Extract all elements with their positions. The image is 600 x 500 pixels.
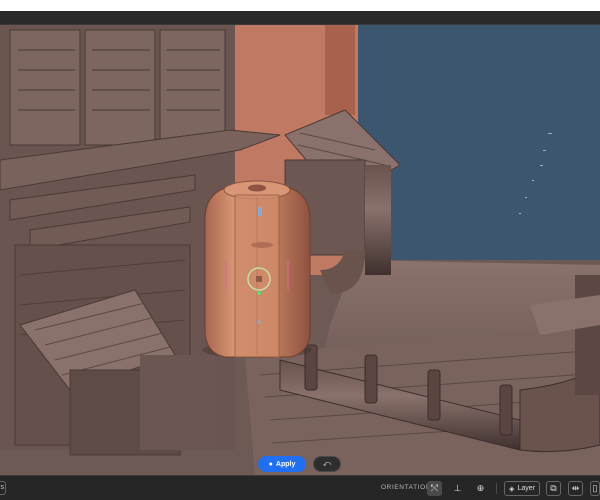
scene-render: [0, 25, 600, 475]
panel-button[interactable]: ▯: [590, 481, 600, 496]
brush-icon: ●: [268, 460, 273, 468]
divider: [496, 483, 497, 494]
orientation-axis-icon: ⊥: [453, 483, 462, 493]
app-window: ● Apply ⤺ s ORIENTATION ⤲ ⊥ ⊕ ◈ Layer ⧉ …: [0, 0, 600, 500]
orientation-normal-button[interactable]: ⤲: [427, 481, 442, 496]
layers-icon: ◈: [509, 485, 515, 493]
layer-button[interactable]: ◈ Layer: [504, 481, 540, 496]
mirror-icon: ⇹: [571, 483, 580, 493]
3d-viewport[interactable]: [0, 25, 600, 475]
bottom-toolbar: s ORIENTATION ⤲ ⊥ ⊕ ◈ Layer ⧉ ⇹ ▯: [0, 475, 600, 500]
window-top-strip: [0, 0, 600, 11]
orientation-label: ORIENTATION: [381, 484, 432, 491]
orientation-world-button[interactable]: ⊕: [473, 481, 488, 496]
undo-button[interactable]: ⤺: [313, 456, 341, 472]
canister-mesh: [202, 180, 312, 358]
mirror-button[interactable]: ⇹: [568, 481, 583, 496]
undo-icon: ⤺: [322, 459, 332, 468]
top-toolbar: [0, 11, 600, 25]
apply-label: Apply: [275, 460, 296, 468]
duplicate-button[interactable]: ⧉: [546, 481, 561, 496]
apply-button[interactable]: ● Apply: [258, 456, 306, 472]
layer-label: Layer: [517, 485, 535, 492]
globe-icon: ⊕: [476, 483, 485, 493]
orientation-normal-icon: ⤲: [430, 483, 439, 493]
duplicate-icon: ⧉: [550, 483, 557, 493]
left-panel-tab[interactable]: s: [0, 481, 6, 495]
orientation-axis-button[interactable]: ⊥: [450, 481, 465, 496]
panel-icon: ▯: [592, 483, 598, 493]
